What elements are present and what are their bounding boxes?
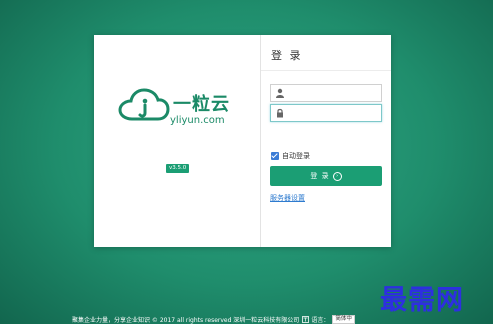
language-select[interactable]: 简体中 (332, 315, 355, 324)
user-icon (276, 88, 284, 98)
username-input[interactable] (287, 86, 377, 100)
username-field[interactable] (270, 84, 382, 102)
brand-name-en: yliyun.com (170, 115, 225, 126)
login-form: 登 录 自动登录 登 录 › 服务器设置 (261, 35, 391, 247)
version-badge: v3.5.0 (166, 164, 190, 173)
remember-label: 自动登录 (282, 152, 310, 160)
title-divider (261, 70, 391, 71)
remember-me[interactable]: 自动登录 (271, 151, 310, 161)
watermark: 最需网 (380, 285, 464, 316)
brand-pane: 一粒云 yliyun.com v3.5.0 (94, 35, 261, 247)
server-settings-link[interactable]: 服务器设置 (270, 193, 305, 203)
password-input[interactable] (287, 106, 377, 120)
language-label: 语言： (311, 317, 330, 324)
login-title: 登 录 (271, 49, 303, 62)
cloud-info-icon (118, 88, 170, 121)
login-card: 一粒云 yliyun.com v3.5.0 登 录 自动登录 登 录 › 服务器… (94, 35, 391, 247)
footer: 聚集企业力量，分享企业知识 © 2017 all rights reserved… (72, 315, 355, 324)
lock-icon (277, 108, 283, 118)
language-icon (302, 316, 310, 323)
password-field[interactable] (270, 104, 382, 122)
login-button-label: 登 录 (310, 172, 330, 180)
arrow-circle-right-icon: › (332, 171, 342, 181)
login-button[interactable]: 登 录 › (270, 166, 382, 186)
brand-name-cn: 一粒云 (173, 94, 230, 115)
footer-text: 聚集企业力量，分享企业知识 © 2017 all rights reserved… (72, 317, 300, 324)
remember-checkbox[interactable] (271, 152, 279, 160)
